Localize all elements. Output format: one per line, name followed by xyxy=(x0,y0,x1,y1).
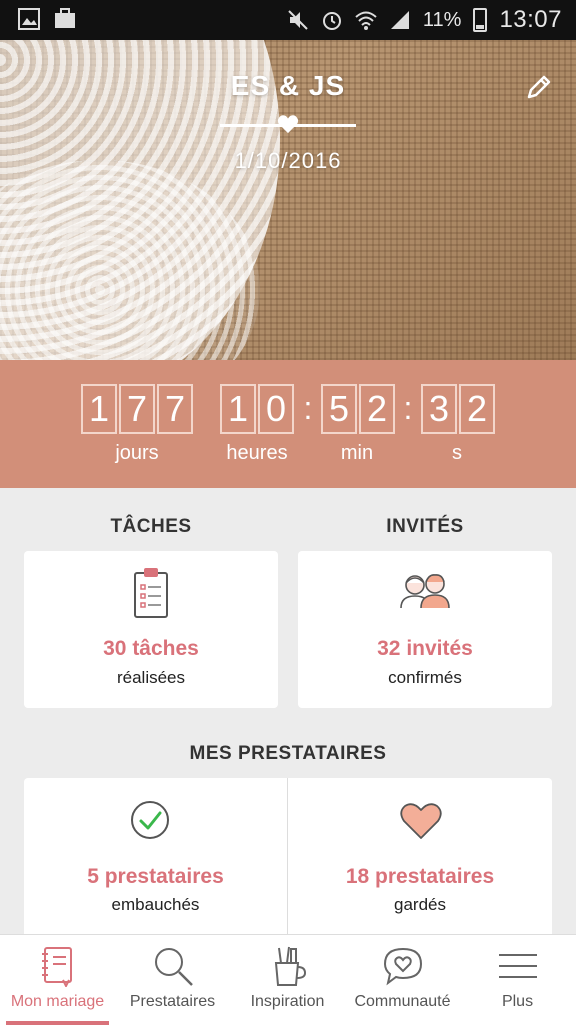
vendors-title: MES PRESTATAIRES xyxy=(189,743,387,764)
saved-count: 18 prestataires xyxy=(345,865,495,888)
battery-icon xyxy=(473,8,488,32)
nav-inspiration[interactable]: Inspiration xyxy=(230,935,345,1025)
hours-digit: 0 xyxy=(258,384,294,434)
chat-heart-icon xyxy=(383,947,422,986)
tasks-title: TÂCHES xyxy=(110,516,192,537)
guests-count: 32 invités xyxy=(377,637,473,660)
nav-label: Inspiration xyxy=(250,993,325,1010)
separator: : xyxy=(403,390,413,426)
vendors-card: 5 prestataires embauchés 18 prestataires… xyxy=(24,778,552,934)
tasks-count: 30 tâches xyxy=(103,637,199,660)
nav-communaute[interactable]: Communauté xyxy=(345,935,460,1025)
saved-vendors[interactable]: 18 prestataires gardés xyxy=(288,778,552,934)
wedding-date: 1/10/2016 xyxy=(234,148,342,173)
minutes-digit: 2 xyxy=(359,384,395,434)
briefcase-icon xyxy=(55,8,75,28)
header-banner: ES & JS 1/10/2016 xyxy=(0,40,576,360)
separator: : xyxy=(303,390,313,426)
wifi-icon xyxy=(355,11,377,30)
seconds-digit: 3 xyxy=(421,384,457,434)
hired-count: 5 prestataires xyxy=(87,865,224,888)
minutes-label: min xyxy=(340,442,374,464)
nav-plus[interactable]: Plus xyxy=(460,935,575,1025)
signal-icon xyxy=(390,11,409,29)
heart-icon xyxy=(277,115,299,134)
status-bar: 11% 13:07 xyxy=(0,0,576,40)
nav-label: Mon mariage xyxy=(10,993,105,1010)
seconds-digit: 2 xyxy=(459,384,495,434)
countdown: 1 7 7 1 0 : 5 2 : 3 2 jours heures min s xyxy=(0,360,576,488)
days-label: jours xyxy=(115,442,159,464)
hired-vendors[interactable]: 5 prestataires embauchés xyxy=(24,778,287,934)
heart-icon xyxy=(400,803,442,839)
pencil-cup-icon xyxy=(274,946,306,986)
hired-sub: embauchés xyxy=(111,895,200,914)
mute-icon xyxy=(288,10,308,30)
hours-label: heures xyxy=(226,442,288,464)
guests-sub: confirmés xyxy=(388,668,462,687)
minutes-digit: 5 xyxy=(321,384,357,434)
edit-icon[interactable] xyxy=(524,72,554,102)
battery-percent: 11% xyxy=(422,8,462,31)
tasks-sub: réalisées xyxy=(116,668,186,687)
days-digit: 7 xyxy=(157,384,193,434)
couple-names: ES & JS xyxy=(230,70,346,101)
guests-title: INVITÉS xyxy=(386,516,464,537)
nav-mon-mariage[interactable]: Mon mariage xyxy=(0,935,115,1025)
nav-label: Plus xyxy=(501,993,534,1010)
nav-label: Communauté xyxy=(354,993,451,1010)
guests-card[interactable]: 32 invités confirmés xyxy=(298,551,552,708)
search-icon xyxy=(154,948,193,986)
nav-prestataires[interactable]: Prestataires xyxy=(115,935,230,1025)
notebook-icon xyxy=(41,947,72,987)
bottom-navigation: Mon mariage Prestataires Inspiration Com… xyxy=(0,934,576,1025)
saved-sub: gardés xyxy=(394,895,446,914)
days-digit: 1 xyxy=(81,384,117,434)
tasks-card[interactable]: 30 tâches réalisées xyxy=(24,551,278,708)
nav-label: Prestataires xyxy=(129,993,216,1010)
clock: 13:07 xyxy=(499,6,562,33)
menu-icon xyxy=(498,954,537,978)
hours-digit: 1 xyxy=(220,384,256,434)
days-digit: 7 xyxy=(119,384,155,434)
check-circle-icon xyxy=(131,801,169,839)
gallery-icon xyxy=(18,8,40,30)
guests-icon xyxy=(400,574,450,609)
clipboard-icon xyxy=(134,568,168,618)
seconds-label: s xyxy=(452,442,462,464)
alarm-icon xyxy=(322,12,341,30)
